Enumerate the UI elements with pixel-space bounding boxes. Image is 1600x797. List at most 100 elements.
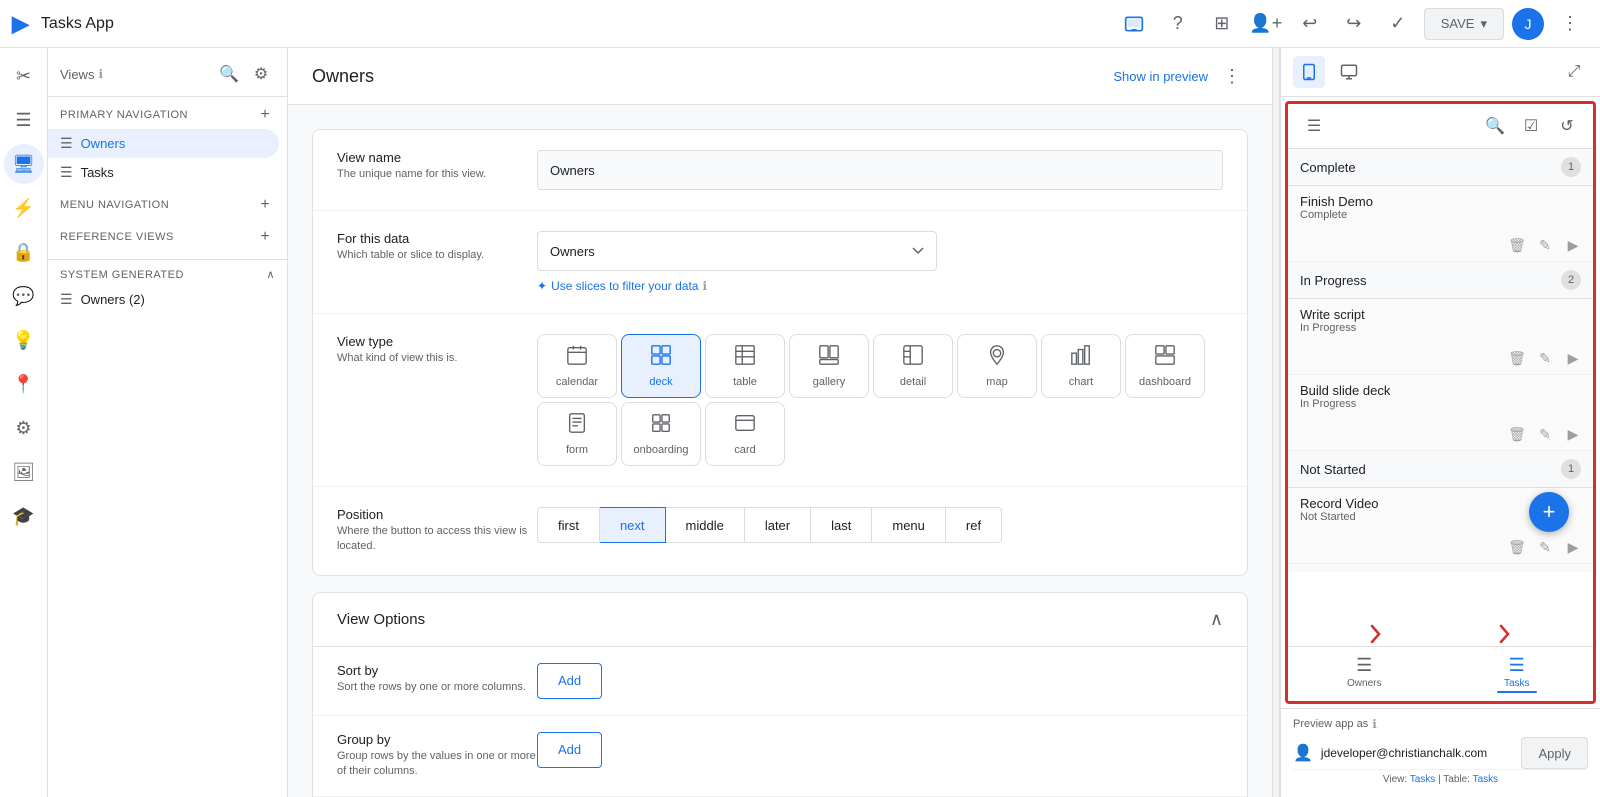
view-type-form[interactable]: form: [537, 402, 617, 466]
preview-item-delete-btn[interactable]: 🗑: [1505, 233, 1529, 257]
position-first[interactable]: first: [537, 507, 600, 543]
preview-bottom-nav-container: ☰ Owners ☰ Tasks: [1288, 620, 1593, 701]
sidebar-item-owners[interactable]: ☰ Owners: [48, 129, 279, 158]
preview-item-edit-btn[interactable]: ✎: [1533, 233, 1557, 257]
icon-bar-list[interactable]: ☰: [4, 100, 44, 140]
for-data-select[interactable]: Owners: [537, 231, 937, 271]
preview-group-complete: Complete 1: [1288, 149, 1593, 186]
preview-search-icon[interactable]: 🔍: [1481, 112, 1509, 140]
save-button[interactable]: SAVE ▾: [1424, 8, 1504, 40]
view-type-label: View type: [337, 334, 537, 349]
position-last[interactable]: last: [811, 507, 872, 543]
icon-bar-chat[interactable]: 💬: [4, 276, 44, 316]
gallery-icon: [818, 344, 840, 372]
preview-desktop-tab[interactable]: [1333, 56, 1365, 88]
preview-item-edit-btn-4[interactable]: ✎: [1533, 535, 1557, 559]
preview-app-right-icons: 🔍 ☑ ↺: [1481, 112, 1581, 140]
icon-bar-page[interactable]: 🖥: [4, 144, 44, 184]
preview-panel-header: ⤢: [1281, 48, 1600, 97]
more-menu-btn[interactable]: ⋮: [1552, 6, 1588, 42]
view-type-chart[interactable]: chart: [1041, 334, 1121, 398]
menu-nav-add-btn[interactable]: +: [255, 195, 275, 215]
view-options-collapse-btn[interactable]: ∧: [1210, 609, 1223, 630]
position-menu[interactable]: menu: [872, 507, 946, 543]
preview-refresh-icon[interactable]: ↺: [1553, 112, 1581, 140]
position-ref[interactable]: ref: [946, 507, 1002, 543]
view-name-label: View name: [337, 150, 537, 165]
icon-bar-bulb[interactable]: 💡: [4, 320, 44, 360]
position-next[interactable]: next: [600, 507, 666, 543]
views-info-icon[interactable]: ℹ: [98, 67, 103, 81]
preview-item-nav-btn[interactable]: ▶: [1561, 233, 1585, 257]
check-btn[interactable]: ✓: [1380, 6, 1416, 42]
preview-item-nav-btn-4[interactable]: ▶: [1561, 535, 1585, 559]
icon-bar-settings[interactable]: ⚙: [4, 408, 44, 448]
preview-nav-tasks[interactable]: ☰ Tasks: [1441, 647, 1594, 701]
icon-bar-cursor[interactable]: ✂: [4, 56, 44, 96]
icon-bar-security[interactable]: 🔒: [4, 232, 44, 272]
reference-views-add-btn[interactable]: +: [255, 227, 275, 247]
app-title: Tasks App: [41, 15, 1108, 33]
form-icon: [566, 412, 588, 440]
preview-menu-icon[interactable]: ☰: [1300, 112, 1328, 140]
calendar-icon: [566, 344, 588, 372]
deck-icon: [650, 344, 672, 372]
preview-group-complete-title: Complete: [1300, 160, 1356, 175]
icon-bar-lightning[interactable]: ⚡: [4, 188, 44, 228]
preview-item-edit-btn-2[interactable]: ✎: [1533, 346, 1557, 370]
main-header-more-btn[interactable]: ⋮: [1216, 60, 1248, 92]
icon-bar-photo[interactable]: 🖼: [4, 452, 44, 492]
map-icon: [986, 344, 1008, 372]
view-type-detail[interactable]: detail: [873, 334, 953, 398]
view-type-card[interactable]: card: [705, 402, 785, 466]
view-type-table[interactable]: table: [705, 334, 785, 398]
view-type-deck[interactable]: deck: [621, 334, 701, 398]
view-type-map[interactable]: map: [957, 334, 1037, 398]
add-user-icon-btn[interactable]: 👤+: [1248, 6, 1284, 42]
preview-item-delete-btn-3[interactable]: 🗑: [1505, 422, 1529, 446]
reference-views-section: REFERENCE VIEWS +: [48, 219, 287, 251]
grid-icon-btn[interactable]: ⊞: [1204, 6, 1240, 42]
view-type-onboarding[interactable]: onboarding: [621, 402, 701, 466]
view-type-calendar[interactable]: calendar: [537, 334, 617, 398]
sidebar-search-btn[interactable]: 🔍: [215, 60, 243, 88]
preview-external-btn[interactable]: ⤢: [1560, 58, 1588, 86]
tasks-icon: ☰: [60, 164, 73, 181]
sidebar-settings-btn[interactable]: ⚙: [247, 60, 275, 88]
sort-by-add-btn[interactable]: Add: [537, 663, 602, 699]
primary-nav-add-btn[interactable]: +: [255, 105, 275, 125]
icon-bar-graduate[interactable]: 🎓: [4, 496, 44, 536]
preview-as-info-icon[interactable]: ℹ: [1372, 717, 1377, 731]
view-type-dashboard[interactable]: dashboard: [1125, 334, 1205, 398]
slice-link[interactable]: ✦ Use slices to filter your data ℹ: [537, 279, 1223, 293]
group-by-add-btn[interactable]: Add: [537, 732, 602, 768]
undo-btn[interactable]: ↩: [1292, 6, 1328, 42]
preview-item-nav-btn-3[interactable]: ▶: [1561, 422, 1585, 446]
sidebar-item-owners-system[interactable]: ☰ Owners (2): [48, 285, 279, 314]
redo-btn[interactable]: ↪: [1336, 6, 1372, 42]
slice-info-icon[interactable]: ℹ: [702, 279, 707, 293]
preview-fab-btn[interactable]: +: [1529, 492, 1569, 532]
preview-check-icon[interactable]: ☑: [1517, 112, 1545, 140]
icon-bar-location[interactable]: 📍: [4, 364, 44, 404]
sidebar-item-tasks[interactable]: ☰ Tasks: [48, 158, 279, 187]
view-type-gallery[interactable]: gallery: [789, 334, 869, 398]
apply-button[interactable]: Apply: [1521, 737, 1588, 769]
position-middle[interactable]: middle: [666, 507, 745, 543]
preview-nav-owners[interactable]: ☰ Owners: [1288, 647, 1441, 701]
preview-item-delete-btn-4[interactable]: 🗑: [1505, 535, 1529, 559]
preview-item-nav-btn-2[interactable]: ▶: [1561, 346, 1585, 370]
icon-bar: ✂ ☰ 🖥 ⚡ 🔒 💬 💡 📍 ⚙ 🖼 🎓: [0, 48, 48, 797]
preview-icon-btn[interactable]: [1116, 6, 1152, 42]
preview-app-header: ☰ 🔍 ☑ ↺: [1288, 104, 1593, 149]
help-icon-btn[interactable]: ?: [1160, 6, 1196, 42]
show-in-preview-btn[interactable]: Show in preview: [1113, 69, 1208, 84]
sidebar-item-tasks-label: Tasks: [81, 165, 114, 180]
preview-item-delete-btn-2[interactable]: 🗑: [1505, 346, 1529, 370]
preview-item-edit-btn-3[interactable]: ✎: [1533, 422, 1557, 446]
preview-mobile-tab[interactable]: [1293, 56, 1325, 88]
sidebar-item-owners-label: Owners: [81, 136, 126, 151]
view-name-input[interactable]: [537, 150, 1223, 190]
user-avatar[interactable]: J: [1512, 8, 1544, 40]
position-later[interactable]: later: [745, 507, 811, 543]
